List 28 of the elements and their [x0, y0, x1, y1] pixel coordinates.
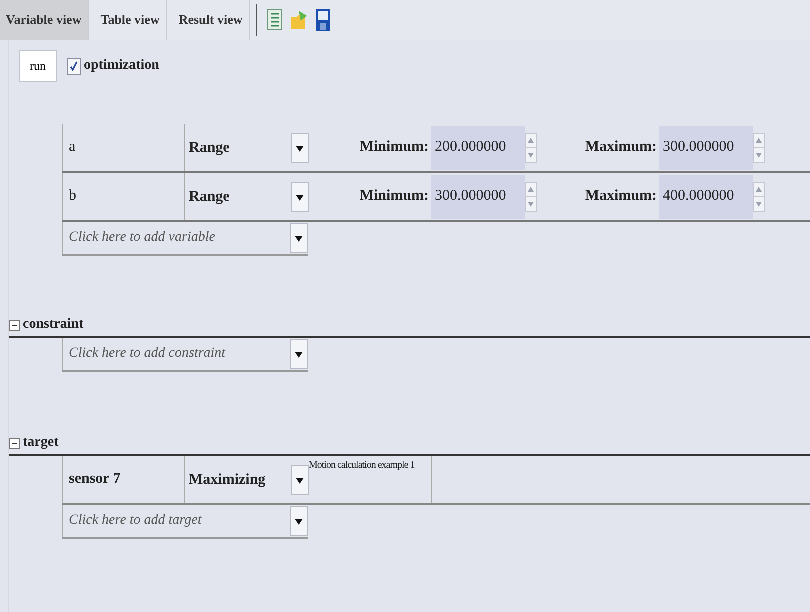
field-label: Maximum:	[584, 188, 658, 205]
checkbox-label: optimization	[84, 58, 160, 74]
collapse-icon[interactable]	[9, 320, 20, 330]
type-dropdown[interactable]: Range	[185, 173, 309, 220]
table-cell: Motion calculation example 1	[309, 456, 432, 503]
table-cell: b	[63, 173, 185, 220]
section-title: target	[23, 435, 59, 451]
section-title: constraint	[23, 317, 84, 333]
number-field[interactable]: 300.000000	[431, 174, 525, 218]
type-dropdown[interactable]: Range	[185, 124, 309, 171]
tab[interactable]: Variable view	[0, 0, 89, 40]
save-icon[interactable]	[314, 8, 331, 32]
list-icon[interactable]	[266, 9, 283, 31]
field-label: Minimum:	[358, 188, 430, 205]
add-variable-dropdown[interactable]: Click here to add variable	[62, 222, 308, 256]
checkbox[interactable]	[67, 58, 81, 74]
number-field[interactable]: 200.000000	[431, 126, 525, 170]
field-label: Minimum:	[358, 139, 430, 156]
type-dropdown[interactable]: Maximizing	[185, 456, 309, 503]
table-cell: a	[63, 124, 185, 171]
collapse-icon[interactable]	[9, 438, 20, 448]
number-field[interactable]: 400.000000	[659, 174, 753, 218]
field-label: Maximum:	[584, 139, 658, 156]
add-target-dropdown[interactable]: Click here to add target	[62, 505, 308, 539]
run-button[interactable]: run	[19, 50, 57, 82]
add-constraint-dropdown[interactable]: Click here to add constraint	[62, 338, 308, 372]
number-field[interactable]: 300.000000	[659, 126, 753, 170]
table-cell: sensor 7	[63, 456, 185, 503]
